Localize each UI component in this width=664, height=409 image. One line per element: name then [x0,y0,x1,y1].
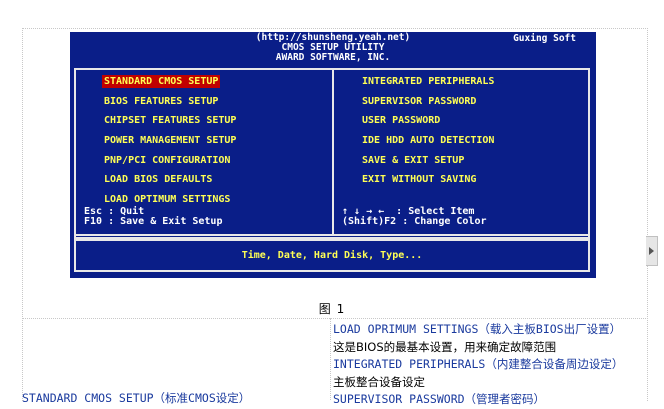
description-list: LOAD OPRIMUM SETTINGS（载入主板BIOS出厂设置） 这是BI… [333,321,623,409]
figure-caption: 图 1 [318,302,346,316]
chevron-right-icon [649,247,654,255]
menu-item-bios-features-setup[interactable]: BIOS FEATURES SETUP [102,94,238,114]
side-expand-tab[interactable] [646,236,658,266]
table-column-divider [330,318,331,400]
menu-item-save-exit-setup[interactable]: SAVE & EXIT SETUP [360,153,496,173]
menu-item-exit-without-saving[interactable]: EXIT WITHOUT SAVING [360,172,496,192]
menu-item-load-bios-defaults[interactable]: LOAD BIOS DEFAULTS [102,172,238,192]
menu-item-user-password[interactable]: USER PASSWORD [360,113,496,133]
table-row-divider [22,318,646,319]
menu-item-integrated-peripherals[interactable]: INTEGRATED PERIPHERALS [360,74,496,94]
menu-item-pnp-pci-configuration[interactable]: PNP/PCI CONFIGURATION [102,153,238,173]
menu-item-label: INTEGRATED PERIPHERALS [362,76,495,87]
desc-integrated-peripherals-detail: 主板整合设备设定 [333,374,425,389]
desc-integrated-peripherals: INTEGRATED PERIPHERALS（内建整合设备周边设定） [333,357,624,371]
menu-item-label: POWER MANAGEMENT SETUP [104,135,237,147]
menu-item-label: CHIPSET FEATURES SETUP [104,115,237,127]
menu-item-label: BIOS FEATURES SETUP [104,95,219,107]
menu-item-standard-cmos-setup[interactable]: STANDARD CMOS SETUP [102,74,238,94]
menu-item-label: EXIT WITHOUT SAVING [362,174,477,186]
bios-key-help: Esc : Quit F10 : Save & Exit Setup ↑ ↓ →… [74,205,590,239]
desc-load-optimum-settings: LOAD OPRIMUM SETTINGS（载入主板BIOS出厂设置） [333,322,622,336]
menu-item-label: IDE HDD AUTO DETECTION [362,135,495,147]
key-help-f10: F10 : Save & Exit Setup [84,216,223,227]
bios-screenshot: (http://shunsheng.yeah.net) CMOS SETUP U… [70,32,596,278]
menu-item-label: SAVE & EXIT SETUP [362,154,465,166]
menu-item-ide-hdd-auto-detection[interactable]: IDE HDD AUTO DETECTION [360,133,496,153]
menu-right-column: INTEGRATED PERIPHERALS SUPERVISOR PASSWO… [360,74,496,192]
menu-item-label: LOAD BIOS DEFAULTS [104,174,213,186]
desc-standard-cmos-setup: STANDARD CMOS SETUP（标准CMOS设定） [22,391,251,405]
menu-item-label: PNP/PCI CONFIGURATION [104,154,231,166]
menu-item-label: STANDARD CMOS SETUP [102,75,221,88]
menu-item-label: USER PASSWORD [362,115,441,127]
bios-header: (http://shunsheng.yeah.net) CMOS SETUP U… [70,32,596,68]
menu-left-column: STANDARD CMOS SETUP BIOS FEATURES SETUP … [102,74,238,212]
menu-item-chipset-features-setup[interactable]: CHIPSET FEATURES SETUP [102,113,238,133]
desc-load-optimum-settings-detail: 这是BIOS的最基本设置，用来确定故障范围 [333,339,557,354]
bios-vendor: AWARD SOFTWARE, INC. [275,52,391,63]
menu-item-label: SUPERVISOR PASSWORD [362,95,477,107]
bios-status-bar: Time, Date, Hard Disk, Type... [74,239,590,272]
bios-author: Guxing Soft [513,33,576,44]
menu-item-supervisor-password[interactable]: SUPERVISOR PASSWORD [360,94,496,114]
menu-item-power-management-setup[interactable]: POWER MANAGEMENT SETUP [102,133,238,153]
key-help-f2: (Shift)F2 : Change Color [342,216,487,227]
